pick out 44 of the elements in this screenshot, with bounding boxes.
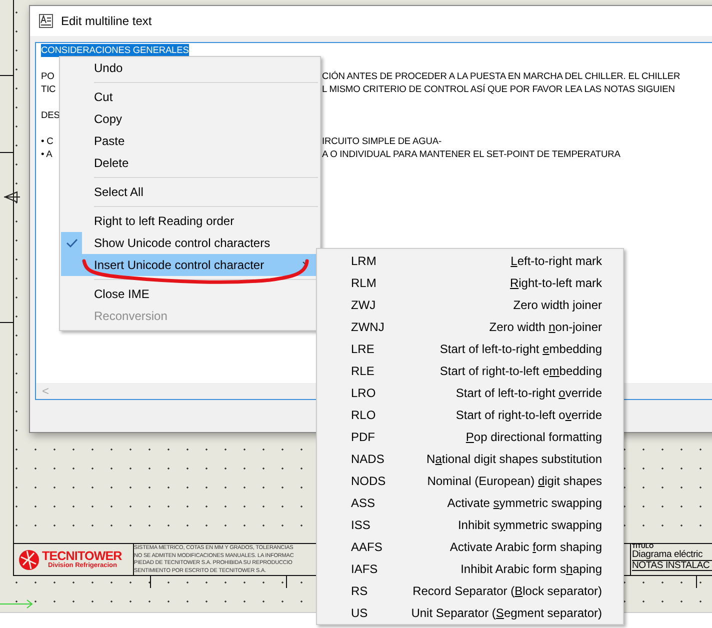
menu-item[interactable]: ZWJ Zero width joiner bbox=[317, 294, 623, 316]
text-line: A O INDIVIDUAL PARA MANTENER EL SET-POINT DE TEMPERATURA bbox=[322, 148, 620, 161]
menu-item[interactable]: Select All bbox=[61, 181, 318, 203]
triangle-symbol-icon bbox=[4, 191, 20, 203]
menu-item[interactable]: ZWNJ Zero width non-joiner bbox=[317, 316, 623, 338]
menu-item[interactable]: Right to left Reading order bbox=[61, 210, 318, 232]
company-logo-text: TECNITOWER bbox=[42, 550, 122, 562]
menu-item[interactable]: LRE Start of left-to-right embedding bbox=[317, 338, 623, 360]
text-line: PO bbox=[41, 71, 54, 81]
menu-item[interactable]: ASS Activate symmetric swapping bbox=[317, 492, 623, 514]
drawing-title: Diagrama eléctric bbox=[632, 550, 712, 560]
menu-item[interactable]: Cut bbox=[61, 86, 318, 108]
menu-item[interactable]: Delete bbox=[61, 152, 318, 174]
menu-item[interactable]: ISS Inhibit symmetric swapping bbox=[317, 514, 623, 536]
text-line: IRCUITO SIMPLE DE AGUA- bbox=[322, 135, 442, 148]
menu-item[interactable]: PDF Pop directional formatting bbox=[317, 426, 623, 448]
text-line: TIC bbox=[41, 84, 56, 94]
drawing-title: NOTAS INSTALAC bbox=[632, 560, 712, 571]
menu-item[interactable]: Show Unicode control characters bbox=[61, 232, 318, 254]
window-title: Edit multiline text bbox=[61, 14, 152, 28]
menu-item[interactable]: NODS Nominal (European) digit shapes bbox=[317, 470, 623, 492]
text-document-icon bbox=[39, 14, 53, 28]
menu-item[interactable]: RS Record Separator (Block separator) bbox=[317, 580, 623, 602]
menu-item[interactable]: Undo bbox=[61, 57, 318, 79]
text-line: DES bbox=[41, 110, 60, 120]
arrow-icon bbox=[0, 599, 34, 609]
menu-item[interactable]: LRM Left-to-right mark bbox=[317, 250, 623, 272]
menu-item[interactable]: Paste bbox=[61, 130, 318, 152]
menu-item[interactable]: Close IME bbox=[61, 283, 318, 305]
menu-item[interactable]: US Unit Separator (Segment separator) bbox=[317, 602, 623, 624]
text-line: • A bbox=[41, 149, 52, 159]
text-line: L MISMO CRITERIO DE CONTROL ASÍ QUE POR FAVOR LEA LAS NOTAS SIGUIEN bbox=[322, 83, 675, 96]
selected-text: CONSIDERACIONES GENERALES bbox=[41, 44, 189, 57]
menu-item[interactable]: RLM Right-to-left mark bbox=[317, 272, 623, 294]
menu-item[interactable]: AAFS Activate Arabic form shaping bbox=[317, 536, 623, 558]
menu-item[interactable]: Insert Unicode control character bbox=[61, 254, 318, 276]
menu-item[interactable]: NADS National digit shapes substitution bbox=[317, 448, 623, 470]
menu-item[interactable]: Copy bbox=[61, 108, 318, 130]
menu-item[interactable]: IAFS Inhibit Arabic form shaping bbox=[317, 558, 623, 580]
globe-logo-icon bbox=[18, 548, 40, 570]
menu-item[interactable]: RLO Start of right-to-left override bbox=[317, 404, 623, 426]
text-line: CIÓN ANTES DE PROCEDER A LA PUESTA EN MARCHA DEL CHILLER. EL CHILLER bbox=[322, 70, 680, 83]
menu-item[interactable]: RLE Start of right-to-left embedding bbox=[317, 360, 623, 382]
text-line: • C bbox=[41, 136, 54, 146]
